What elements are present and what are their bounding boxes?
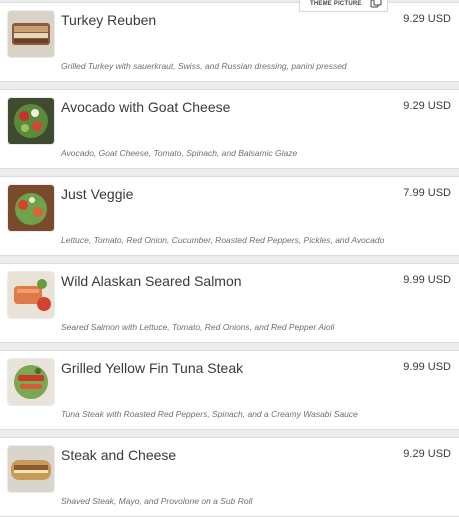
theme-picture-button[interactable]: THEME PICTURE	[299, 0, 388, 12]
menu-item-grilled-tuna-steak[interactable]: Grilled Yellow Fin Tuna Steak 9.99 USD T…	[0, 350, 459, 430]
item-description: Avocado, Goat Cheese, Tomato, Spinach, a…	[61, 148, 298, 158]
item-price: 9.99 USD	[403, 274, 451, 286]
menu-item-just-veggie[interactable]: Just Veggie 7.99 USD Lettuce, Tomato, Re…	[0, 176, 459, 256]
item-description: Grilled Turkey with sauerkraut, Swiss, a…	[61, 61, 347, 71]
menu-item-wild-alaskan-salmon[interactable]: Wild Alaskan Seared Salmon 9.99 USD Sear…	[0, 263, 459, 343]
menu-item-avocado-goat-cheese[interactable]: Avocado with Goat Cheese 9.29 USD Avocad…	[0, 89, 459, 169]
avocado-goat-cheese-photo	[8, 98, 54, 144]
item-name: Wild Alaskan Seared Salmon	[61, 273, 242, 289]
theme-picture-label: THEME PICTURE	[310, 1, 362, 7]
item-description: Shaved Steak, Mayo, and Provolone on a S…	[61, 496, 253, 506]
salmon-photo	[8, 272, 54, 318]
item-description: Tuna Steak with Roasted Red Peppers, Spi…	[61, 409, 358, 419]
item-name: Avocado with Goat Cheese	[61, 99, 231, 115]
menu-item-steak-and-cheese[interactable]: Steak and Cheese 9.29 USD Shaved Steak, …	[0, 437, 459, 517]
item-price: 9.29 USD	[403, 100, 451, 112]
item-name: Turkey Reuben	[61, 12, 157, 28]
item-name: Steak and Cheese	[61, 447, 177, 463]
item-price: 9.29 USD	[403, 13, 451, 25]
item-name: Grilled Yellow Fin Tuna Steak	[61, 360, 244, 376]
tuna-steak-photo	[8, 359, 54, 405]
steak-cheese-photo	[8, 446, 54, 492]
item-price: 9.99 USD	[403, 361, 451, 373]
item-description: Lettuce, Tomato, Red Onion, Cucumber, Ro…	[61, 235, 385, 245]
just-veggie-photo	[8, 185, 54, 231]
copy-image-icon	[370, 0, 382, 9]
item-price: 7.99 USD	[403, 187, 451, 199]
menu-item-turkey-reuben[interactable]: Turkey Reuben 9.29 USD Grilled Turkey wi…	[0, 2, 459, 82]
item-description: Seared Salmon with Lettuce, Tomato, Red …	[61, 322, 335, 332]
item-price: 9.29 USD	[403, 448, 451, 460]
turkey-reuben-photo	[8, 11, 54, 57]
item-name: Just Veggie	[61, 186, 134, 202]
